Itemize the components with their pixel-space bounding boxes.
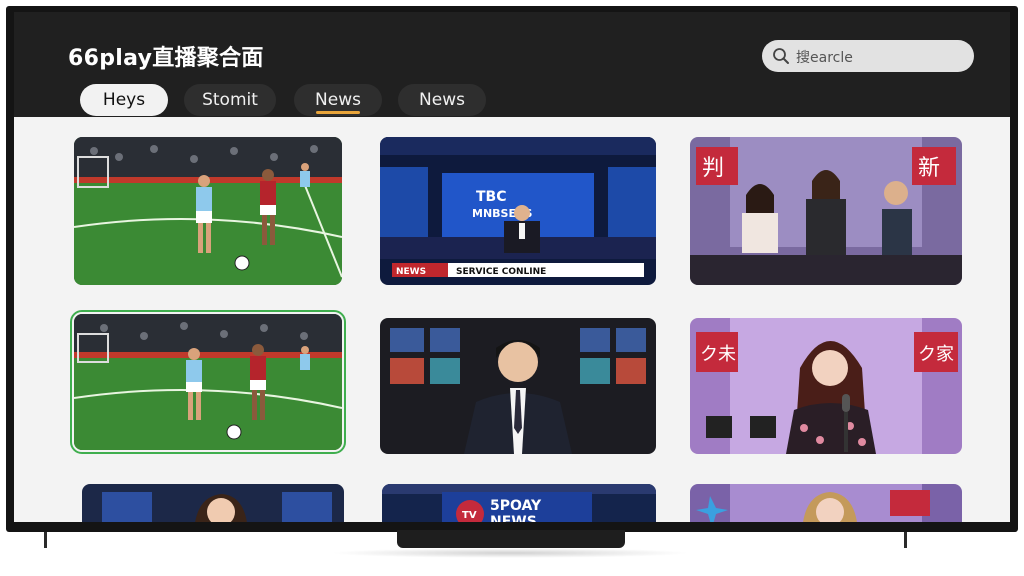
screen-text-1: TBC	[476, 189, 507, 205]
news-studio-thumbnail: TBC MNBSERS NEWS SERVICE CONLINE	[380, 137, 656, 285]
video-tile-anchor-female[interactable]: ク未 ク家	[690, 318, 962, 454]
video-tile-soccer-2[interactable]	[70, 310, 346, 454]
soccer-thumbnail	[74, 137, 342, 285]
logo-mark: TV	[462, 510, 477, 521]
video-tile-news-studio[interactable]: TBC MNBSERS NEWS SERVICE CONLINE	[380, 137, 656, 285]
tab-label: News	[419, 90, 465, 110]
panel-left-text: ク未	[700, 344, 736, 365]
logo-text-1: 5POAY	[490, 498, 542, 514]
tab-heys[interactable]: Heys	[80, 84, 168, 116]
panel-left-text: 判	[702, 156, 724, 181]
video-tile-anchors[interactable]: 判 新	[690, 137, 962, 285]
anchor-right	[882, 181, 912, 255]
tv-stand	[397, 530, 625, 548]
search-input[interactable]: 搜earcle	[762, 40, 974, 72]
tab-label: Heys	[102, 90, 146, 110]
active-underline	[316, 111, 360, 114]
ticker-left: NEWS	[396, 267, 426, 277]
tv-foot-right	[904, 532, 907, 548]
logo-text-2: NEWS	[490, 514, 537, 522]
search-icon	[773, 48, 789, 64]
soccer-thumbnail-2	[74, 314, 342, 450]
panel-right-text: ク家	[918, 344, 954, 365]
tv-foot-left	[44, 532, 47, 548]
news-logo-thumbnail: TV 5POAY NEWS	[382, 484, 656, 522]
tv-stand-shadow	[330, 548, 690, 558]
search-placeholder: 搜earcle	[796, 50, 853, 66]
panel-right-text: 新	[918, 156, 940, 181]
anchor-center	[806, 170, 846, 255]
video-tile-news-logo[interactable]: TV 5POAY NEWS	[382, 484, 656, 522]
tab-news-2[interactable]: News	[398, 84, 486, 116]
tab-stomit[interactable]: Stomit	[184, 84, 276, 116]
tab-news[interactable]: News	[294, 84, 382, 116]
video-tile-soccer-1[interactable]	[74, 137, 342, 285]
app-header: 66play直播聚合面 搜earcle Heys Stomit News New…	[14, 12, 1010, 117]
tab-label: Stomit	[202, 90, 258, 110]
video-tile-anchor-male[interactable]	[380, 318, 656, 454]
tv-frame: 66play直播聚合面 搜earcle Heys Stomit News New…	[6, 6, 1018, 532]
ticker-text: SERVICE CONLINE	[456, 267, 546, 277]
anchor-left	[742, 184, 778, 253]
partial-thumbnail-1	[82, 484, 344, 522]
tv-screen: 66play直播聚合面 搜earcle Heys Stomit News New…	[14, 12, 1010, 522]
video-tile-anchor-partial[interactable]	[82, 484, 344, 522]
anchor-female-thumbnail: ク未 ク家	[690, 318, 962, 454]
tab-label: News	[315, 90, 361, 110]
app-title: 66play直播聚合面	[68, 46, 264, 71]
partial-thumbnail-2	[690, 484, 962, 522]
anchor-male-thumbnail	[380, 318, 656, 454]
anchors-thumbnail: 判 新	[690, 137, 962, 285]
video-tile-anchor-partial-2[interactable]	[690, 484, 962, 522]
